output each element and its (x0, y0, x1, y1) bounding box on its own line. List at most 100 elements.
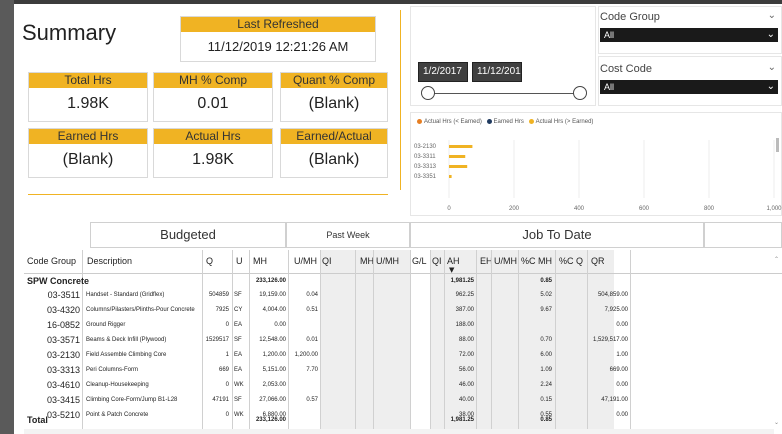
category-label: 03-3311 (414, 154, 436, 160)
code-group-label: Code Group (600, 11, 660, 23)
col-header[interactable]: Description (87, 256, 132, 266)
kpi-value: (Blank) (62, 151, 114, 168)
svg-text:⌄: ⌄ (774, 419, 779, 426)
col-header[interactable]: QI (322, 256, 332, 266)
bar-03-3313[interactable] (449, 165, 468, 168)
cell-ah: 72.00 (458, 352, 474, 358)
date-start-input[interactable]: 1/2/2017 (418, 62, 468, 82)
cell-label: Total (27, 415, 48, 425)
kpi-value: 1.98K (192, 151, 234, 168)
legend-item: Actual Hrs (< Earned) (424, 119, 482, 126)
cost-code-select[interactable]: All ⌄ (600, 80, 778, 94)
cell-mh: 0.00 (274, 322, 286, 328)
x-tick-label: 800 (704, 206, 715, 212)
chevron-down-icon[interactable]: ⌄ (767, 28, 775, 42)
legend-item: Actual Hrs (> Earned) (535, 119, 594, 126)
cell-cmh: 0.85 (540, 417, 552, 423)
table-row[interactable]: 03-2130 Field Assemble Climbing Core 1 EA 1,… (24, 350, 664, 363)
col-header[interactable]: QR (591, 256, 605, 266)
table-row[interactable]: 03-4610 Cleanup-Housekeeping 0 WK 2,053.00 46… (24, 380, 664, 393)
table-row[interactable]: 03-3415 Climbing Core-Form/Jump B1-L28 471… (24, 395, 664, 408)
sort-desc-icon[interactable]: ▼ (449, 266, 454, 274)
cell-mh: 4,004.00 (262, 307, 286, 313)
table-row[interactable]: 03-4320 Columns/Pilasters/Plinths-Pour Co… (24, 305, 664, 318)
cell-mh: 2,053.00 (262, 382, 286, 388)
x-tick-label: 600 (639, 206, 650, 212)
cell-qr: 504,859.00 (597, 292, 628, 298)
kpi-quant-comp: Quant % Comp (Blank) (280, 72, 388, 122)
cell-q: 0 (225, 382, 229, 388)
cell-ah: 1,981.25 (450, 278, 474, 284)
cell-q: 7925 (215, 307, 229, 313)
cell-ah: 46.00 (458, 382, 474, 388)
col-header[interactable]: U/MH (494, 256, 517, 266)
date-slider-end-handle[interactable] (573, 86, 587, 100)
cell-desc: Beams & Deck Infill (Plywood) (86, 337, 167, 343)
table-row-total[interactable]: Total 233,126.00 1,981.25 0.85 (24, 415, 664, 428)
col-header[interactable]: AH (447, 256, 460, 266)
date-end-input[interactable]: 11/12/201 (472, 62, 522, 82)
horizontal-scrollbar[interactable] (24, 429, 774, 434)
cell-desc: Handset - Standard (Gridflex) (86, 292, 165, 298)
legend-item: Earned Hrs (493, 119, 524, 126)
cell-q: 1 (225, 352, 229, 358)
cell-qr: 1.00 (616, 352, 628, 358)
col-header[interactable]: MH (360, 256, 374, 266)
cell-q: 669 (218, 367, 229, 373)
bar-03-3351[interactable] (449, 175, 452, 178)
col-header[interactable]: U (236, 256, 243, 266)
col-header[interactable]: Q (206, 256, 213, 266)
cell-q: 47191 (212, 397, 229, 403)
col-header[interactable]: U/MH (376, 256, 399, 266)
cell-u: WK (234, 382, 244, 388)
vertical-scrollbar[interactable]: ⌃ ⌄ (774, 256, 780, 426)
cell-mh: 233,126.00 (255, 417, 286, 423)
table-row[interactable]: 03-3571 Beams & Deck Infill (Plywood) 1529… (24, 335, 664, 348)
x-tick-label: 1,000 (766, 206, 782, 212)
x-tick-label: 400 (574, 206, 585, 212)
col-header[interactable]: Code Group (27, 256, 76, 266)
cell-umh: 0.04 (306, 292, 318, 298)
summary-title: Summary (22, 20, 117, 45)
category-label: 03-3313 (414, 164, 437, 170)
cell-ah: 1,981.25 (450, 417, 474, 423)
cell-code: 16-0852 (46, 320, 80, 330)
cell-code: 03-3511 (47, 290, 80, 300)
kpi-label: Quant % Comp (281, 73, 387, 88)
cell-qr: 0.00 (616, 322, 628, 328)
chevron-down-icon[interactable]: ⌄ (767, 80, 775, 94)
cell-cmh: 5.02 (540, 292, 552, 298)
kpi-actual-hrs: Actual Hrs 1.98K (153, 128, 273, 178)
legend-dot (486, 119, 492, 124)
table-row-group[interactable]: SPW Concrete 233,126.00 1,981.25 0.85 (24, 276, 664, 289)
date-slicer-panel (410, 6, 596, 106)
chevron-down-icon[interactable]: ⌄ (768, 62, 776, 73)
code-group-select[interactable]: All ⌄ (600, 28, 778, 42)
table-row[interactable]: 03-3511 Handset - Standard (Gridflex) 5048… (24, 290, 664, 303)
cell-umh: 0.51 (306, 307, 318, 313)
bar-03-3311[interactable] (449, 155, 466, 158)
table-row[interactable]: 03-3313 Peri Columns-Form 669 EA 5,151.00 7.7… (24, 365, 664, 378)
cell-code: 03-3571 (46, 335, 80, 345)
col-header[interactable]: QI (432, 256, 442, 266)
cell-qr: 47,191.00 (601, 397, 628, 403)
cell-mh: 12,548.00 (259, 337, 286, 343)
x-tick-label: 0 (447, 206, 451, 212)
category-label: 03-3351 (414, 174, 437, 180)
cell-code: 03-3313 (46, 365, 80, 375)
kpi-mh-comp: MH % Comp 0.01 (153, 72, 273, 122)
col-header[interactable]: U/MH (294, 256, 317, 266)
col-header[interactable]: %C MH (521, 256, 552, 266)
date-slider-track[interactable] (428, 93, 580, 94)
table-header: Code Group Description Q U MH U/MH QI MH… (24, 250, 782, 274)
col-header[interactable]: G/L (412, 256, 427, 266)
orange-underline (28, 194, 388, 195)
kpi-label: Actual Hrs (154, 129, 272, 144)
bar-03-2130[interactable] (449, 145, 473, 148)
chart-scrollbar[interactable] (776, 138, 779, 152)
table-row[interactable]: 16-0852 Ground Rigger 0 EA 0.00 188.00 0.00 (24, 320, 664, 333)
col-header[interactable]: MH (253, 256, 267, 266)
col-header[interactable]: %C Q (559, 256, 583, 266)
date-slider-start-handle[interactable] (421, 86, 435, 100)
chevron-down-icon[interactable]: ⌄ (768, 10, 776, 21)
